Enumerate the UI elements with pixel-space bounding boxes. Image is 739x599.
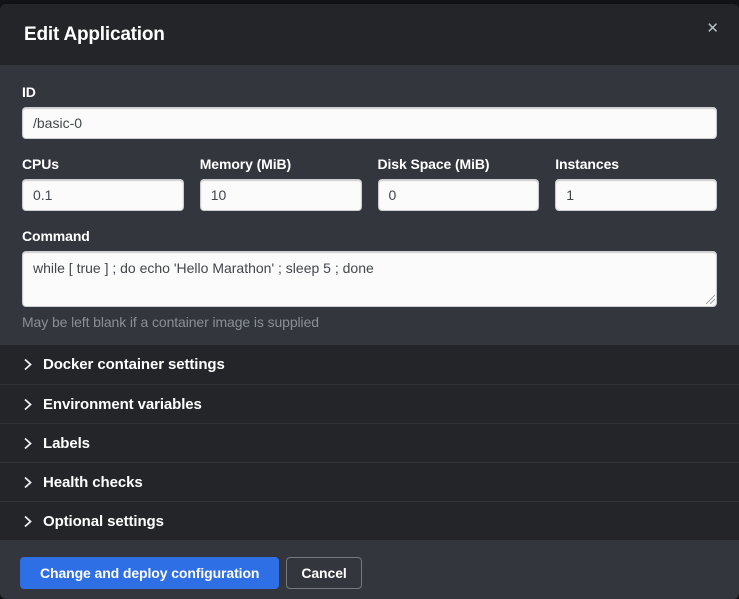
command-label: Command: [22, 228, 717, 244]
command-textarea[interactable]: while [ true ] ; do echo 'Hello Marathon…: [22, 251, 717, 307]
id-label: ID: [22, 84, 717, 100]
memory-input[interactable]: [200, 179, 362, 211]
section-labels[interactable]: Labels: [0, 423, 739, 462]
cpus-input[interactable]: [22, 179, 184, 211]
disk-space-input[interactable]: [378, 179, 540, 211]
memory-label: Memory (MiB): [200, 156, 362, 172]
disk-space-label: Disk Space (MiB): [378, 156, 540, 172]
modal-title: Edit Application: [24, 24, 165, 46]
chevron-right-icon: [23, 476, 32, 489]
command-field-group: Command while [ true ] ; do echo 'Hello …: [22, 228, 717, 330]
resource-fields-row: CPUs Memory (MiB) Disk Space (MiB) Insta…: [22, 156, 717, 211]
instances-input[interactable]: [555, 179, 717, 211]
command-help-text: May be left blank if a container image i…: [22, 314, 717, 330]
chevron-right-icon: [23, 398, 32, 411]
page-background: Edit Application ✕ ID CPUs Memory (MiB) …: [0, 0, 739, 599]
cpus-label: CPUs: [22, 156, 184, 172]
edit-application-modal: Edit Application ✕ ID CPUs Memory (MiB) …: [0, 4, 739, 599]
memory-field-group: Memory (MiB): [200, 156, 362, 211]
chevron-right-icon: [23, 437, 32, 450]
application-form: ID CPUs Memory (MiB) Disk Space (MiB) In: [0, 65, 739, 345]
collapsible-sections: Docker container settings Environment va…: [0, 345, 739, 540]
section-label: Labels: [43, 435, 90, 452]
change-and-deploy-button[interactable]: Change and deploy configuration: [20, 557, 279, 589]
section-environment-variables[interactable]: Environment variables: [0, 384, 739, 423]
section-label: Health checks: [43, 474, 143, 491]
chevron-right-icon: [23, 358, 32, 371]
section-health-checks[interactable]: Health checks: [0, 462, 739, 501]
section-docker-container-settings[interactable]: Docker container settings: [0, 345, 739, 384]
modal-footer: Change and deploy configuration Cancel: [0, 540, 739, 599]
id-field-group: ID: [22, 84, 717, 139]
section-optional-settings[interactable]: Optional settings: [0, 501, 739, 540]
instances-field-group: Instances: [555, 156, 717, 211]
disk-space-field-group: Disk Space (MiB): [378, 156, 540, 211]
section-label: Optional settings: [43, 513, 164, 530]
resize-handle-icon[interactable]: [705, 294, 715, 304]
modal-header: Edit Application ✕: [0, 4, 739, 65]
section-label: Docker container settings: [43, 356, 225, 373]
instances-label: Instances: [555, 156, 717, 172]
section-label: Environment variables: [43, 396, 202, 413]
chevron-right-icon: [23, 515, 32, 528]
cancel-button[interactable]: Cancel: [286, 557, 361, 589]
id-input[interactable]: [22, 107, 717, 139]
close-icon[interactable]: ✕: [700, 17, 725, 40]
cpus-field-group: CPUs: [22, 156, 184, 211]
